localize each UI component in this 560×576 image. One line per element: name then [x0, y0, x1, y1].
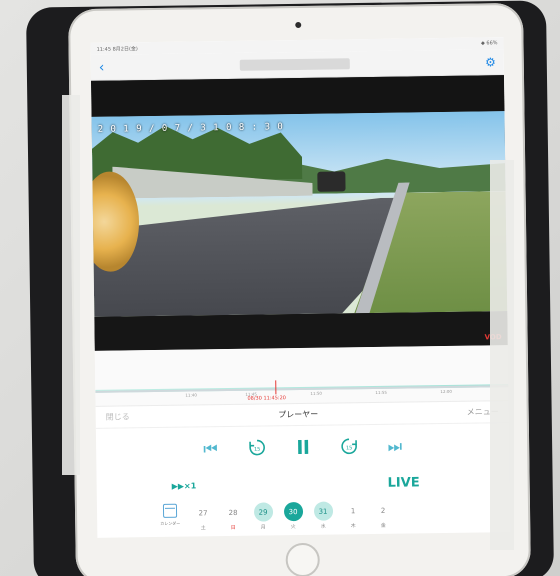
front-camera	[295, 21, 302, 29]
calendar-weekday: 火	[290, 524, 296, 531]
photo-scene: 11:45 8月2日(金) ◆ 66% ‹ ⚙ 2 0 1 9 / 0 7 / …	[0, 0, 560, 576]
live-button[interactable]: LIVE	[387, 475, 419, 490]
home-button[interactable]	[285, 542, 320, 576]
video-truck	[317, 171, 346, 192]
forward-15-icon[interactable]: 15	[340, 437, 358, 458]
status-time: 11:45 8月2日(金)	[96, 45, 138, 53]
masking-tape-left	[62, 95, 80, 475]
status-battery: ◆ 66%	[480, 40, 498, 47]
calendar-day-number: 31	[313, 501, 333, 521]
playback-speed-button[interactable]: ▶▶×1	[172, 481, 197, 490]
calendar-day[interactable]: 28 日	[223, 503, 243, 531]
calendar-weekday: 金	[380, 522, 386, 529]
svg-text:15: 15	[345, 445, 351, 451]
timeline-cursor-time: 08/30 11:45:20	[247, 395, 286, 402]
video-letterbox-bottom: VOD	[94, 311, 508, 351]
calendar-weekday: 水	[320, 523, 326, 530]
playback-controls: ⏮ 15 15 ⏭	[96, 423, 510, 473]
calendar-weekday: 土	[200, 525, 206, 532]
timeline-tick: 11:40	[185, 392, 197, 398]
video-player[interactable]: 2 0 1 9 / 0 7 / 3 1 0 8 : 3 0 VOD	[91, 75, 508, 351]
rewind-15-icon[interactable]: 15	[248, 438, 266, 459]
svg-text:15: 15	[253, 446, 259, 452]
calendar-strip: カレンダー 27 土 28 日 29 月 30 火 31 水 1 木 2 金	[97, 495, 510, 538]
skip-previous-icon[interactable]: ⏮	[203, 439, 218, 458]
timeline-tick: 11:50	[310, 390, 322, 396]
masking-tape-right	[490, 160, 514, 550]
timeline[interactable]: 11:40 11:45 11:50 11:55 12:00 08/30 11:4…	[94, 345, 509, 407]
app-screen: 11:45 8月2日(金) ◆ 66% ‹ ⚙ 2 0 1 9 / 0 7 / …	[90, 37, 511, 538]
calendar-day[interactable]: 1 木	[343, 501, 363, 530]
calendar-weekday: 月	[260, 524, 266, 531]
calendar-day[interactable]: 27 土	[193, 503, 213, 532]
calendar-day-number: 2	[380, 506, 386, 515]
calendar-day[interactable]: 29 月	[253, 502, 273, 531]
calendar-day-number: 27	[198, 508, 208, 517]
tablet-device: 11:45 8月2日(金) ◆ 66% ‹ ⚙ 2 0 1 9 / 0 7 / …	[68, 2, 531, 576]
calendar-day-selected[interactable]: 30 火	[283, 501, 303, 531]
calendar-label: カレンダー	[160, 520, 181, 526]
calendar-day-number: 30	[283, 501, 303, 522]
video-frame: 2 0 1 9 / 0 7 / 3 1 0 8 : 3 0	[91, 111, 508, 317]
calendar-icon	[162, 503, 178, 518]
calendar-day[interactable]: 31 水	[313, 501, 333, 530]
calendar-weekday: 日	[230, 524, 236, 531]
pause-icon[interactable]	[296, 438, 310, 457]
calendar-day[interactable]: 2 金	[373, 501, 393, 529]
player-title: プレーヤー	[278, 409, 319, 420]
calendar-day-number: 28	[228, 508, 238, 517]
gear-icon[interactable]: ⚙	[485, 55, 496, 69]
chevron-left-icon[interactable]: ‹	[99, 59, 105, 75]
calendar-weekday: 木	[350, 523, 356, 530]
skip-next-icon[interactable]: ⏭	[388, 437, 403, 456]
video-letterbox-top	[91, 75, 505, 117]
timeline-cursor[interactable]	[275, 380, 277, 395]
timeline-tick: 11:55	[375, 389, 387, 395]
redacted-title	[239, 58, 350, 71]
close-button[interactable]: 閉じる	[106, 411, 130, 422]
calendar-day-number: 29	[253, 502, 273, 522]
calendar-button[interactable]: カレンダー	[157, 503, 183, 527]
calendar-day-number: 1	[350, 506, 356, 515]
timeline-tick: 12:00	[440, 388, 452, 395]
